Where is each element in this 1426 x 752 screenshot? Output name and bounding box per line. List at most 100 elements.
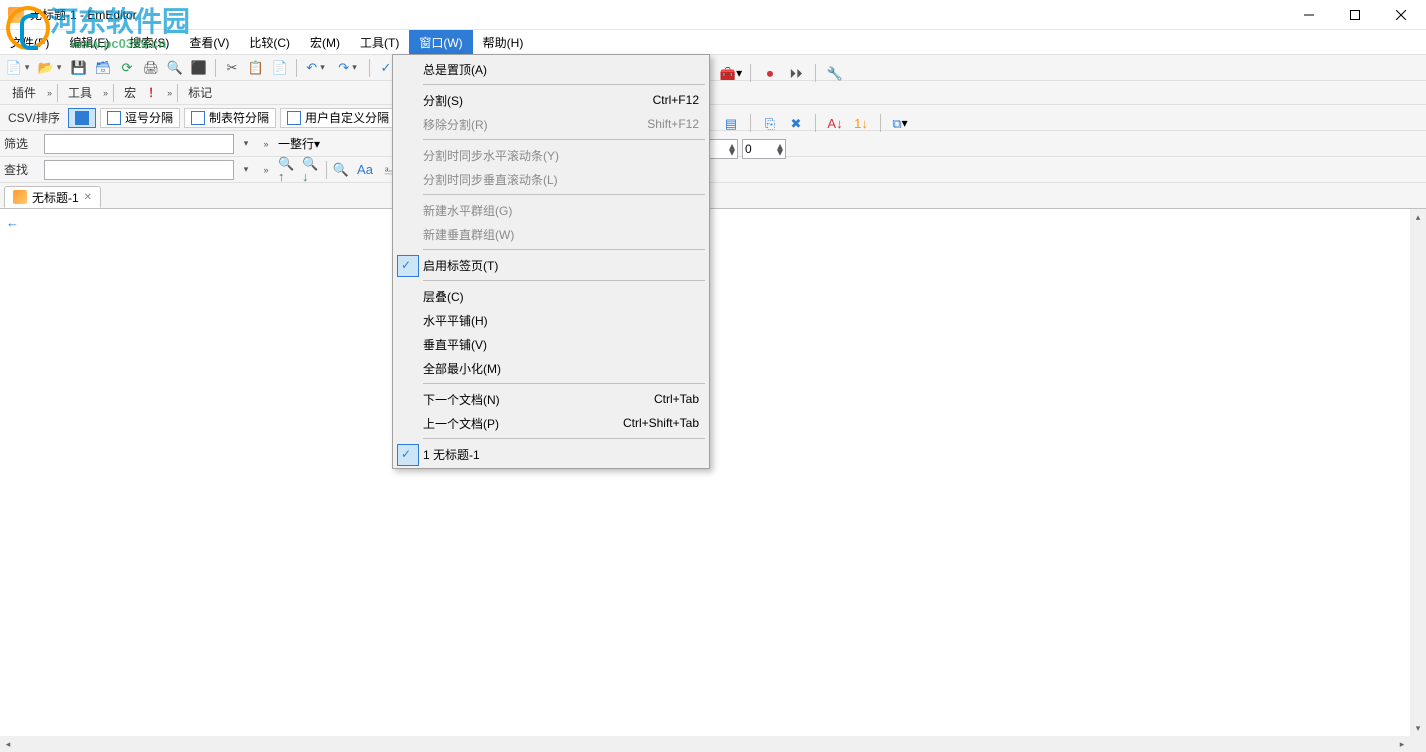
menu-compare[interactable]: 比较(C) bbox=[239, 30, 300, 54]
menu-separator bbox=[423, 280, 705, 281]
menu-separator bbox=[423, 438, 705, 439]
find-label: 查找 bbox=[4, 161, 40, 178]
sort-num-button[interactable]: 1↓ bbox=[850, 112, 872, 134]
scrollbar-corner bbox=[1410, 736, 1426, 752]
menu-item-label: 垂直平铺(V) bbox=[423, 336, 487, 353]
open-button[interactable]: 📂▾ bbox=[36, 57, 66, 79]
window-title: 无标题-1 - EmEditor bbox=[30, 6, 137, 23]
filter-history-button[interactable]: ▾ bbox=[238, 138, 254, 149]
menu-item[interactable]: 层叠(C) bbox=[395, 284, 707, 308]
check-icon: ✓ bbox=[401, 447, 411, 461]
redo-button[interactable]: ↷▾ bbox=[334, 57, 364, 79]
app-button[interactable]: ⬛ bbox=[188, 57, 210, 79]
menu-item[interactable]: ✓1 无标题-1 bbox=[395, 442, 707, 466]
play-macro-button[interactable]: ⏵⏵ bbox=[785, 62, 807, 84]
remove-dup-button[interactable]: ⧉▾ bbox=[889, 112, 911, 134]
save-button[interactable]: 💾 bbox=[68, 57, 90, 79]
document-tab-label: 无标题-1 bbox=[32, 189, 79, 206]
menu-item-label: 分割时同步水平滚动条(Y) bbox=[423, 147, 559, 164]
spell-check-button[interactable]: 🔧 bbox=[824, 62, 846, 84]
scroll-down-button[interactable]: ▾ bbox=[1410, 720, 1426, 736]
document-tabstrip: 无标题-1 ✕ bbox=[0, 182, 1426, 208]
menu-file[interactable]: 文件(F) bbox=[0, 30, 59, 54]
filter-scope-combo[interactable]: 一整行▾ bbox=[278, 135, 388, 152]
find-overflow-button[interactable]: » bbox=[258, 165, 274, 175]
undo-button[interactable]: ↶▾ bbox=[302, 57, 332, 79]
maximize-button[interactable] bbox=[1332, 0, 1378, 30]
filter-input[interactable] bbox=[44, 134, 234, 154]
scroll-up-button[interactable]: ▴ bbox=[1410, 209, 1426, 225]
check-icon: ✓ bbox=[401, 258, 411, 272]
menu-item-label: 全部最小化(M) bbox=[423, 360, 501, 377]
app-icon bbox=[8, 7, 24, 23]
menu-item: 分割时同步水平滚动条(Y) bbox=[395, 143, 707, 167]
panel-plugins[interactable]: 插件 bbox=[4, 83, 44, 103]
document-tab[interactable]: 无标题-1 ✕ bbox=[4, 186, 101, 208]
menu-window[interactable]: 窗口(W) bbox=[409, 30, 472, 54]
menu-item-label: 分割(S) bbox=[423, 92, 463, 109]
find-history-button[interactable]: ▾ bbox=[238, 164, 254, 175]
menu-item[interactable]: 下一个文档(N)Ctrl+Tab bbox=[395, 387, 707, 411]
menu-item[interactable]: 垂直平铺(V) bbox=[395, 332, 707, 356]
menu-item[interactable]: ✓ 启用标签页(T) bbox=[395, 253, 707, 277]
filter-overflow-button[interactable]: » bbox=[258, 139, 274, 149]
col-edit-button[interactable]: ▤ bbox=[720, 112, 742, 134]
find-in-files-button[interactable]: 🔍 bbox=[331, 160, 351, 180]
csv-mode-user[interactable]: 用户自定义分隔 bbox=[280, 108, 396, 128]
document-tab-close[interactable]: ✕ bbox=[84, 192, 92, 203]
menu-separator bbox=[423, 139, 705, 140]
scroll-right-button[interactable]: ▸ bbox=[1394, 736, 1410, 752]
print-preview-button[interactable]: 🔍 bbox=[164, 57, 186, 79]
record-macro-button[interactable]: ⏺ bbox=[759, 62, 781, 84]
menu-item-label: 启用标签页(T) bbox=[423, 257, 498, 274]
col-delete-button[interactable]: ✖ bbox=[785, 112, 807, 134]
panel-marks[interactable]: 标记 bbox=[180, 83, 220, 103]
save-all-button[interactable]: 🗃 bbox=[92, 57, 114, 79]
menu-search[interactable]: 搜索(S) bbox=[119, 30, 179, 54]
menu-item[interactable]: 全部最小化(M) bbox=[395, 356, 707, 380]
menubar: 文件(F) 编辑(E) 搜索(S) 查看(V) 比较(C) 宏(M) 工具(T)… bbox=[0, 30, 1426, 54]
find-prev-button[interactable]: 🔍↑ bbox=[278, 160, 298, 180]
menu-macro[interactable]: 宏(M) bbox=[300, 30, 350, 54]
paste-button[interactable]: 📄 bbox=[269, 57, 291, 79]
match-case-button[interactable]: Aa bbox=[355, 160, 375, 180]
editor-area[interactable]: ← ▴ ▾ ◂ ▸ bbox=[0, 208, 1426, 752]
csv-mode-comma[interactable]: 逗号分隔 bbox=[100, 108, 180, 128]
vertical-scrollbar[interactable] bbox=[1410, 209, 1426, 736]
horizontal-scrollbar[interactable] bbox=[0, 736, 1410, 752]
find-next-button[interactable]: 🔍↓ bbox=[302, 160, 322, 180]
csv-mode-tab[interactable]: 制表符分隔 bbox=[184, 108, 276, 128]
col-insert-button[interactable]: ⎘ bbox=[759, 112, 781, 134]
menu-item[interactable]: 水平平铺(H) bbox=[395, 308, 707, 332]
macro-warning-icon: ！ bbox=[144, 84, 164, 101]
new-button[interactable]: 📄▾ bbox=[4, 57, 34, 79]
menu-help[interactable]: 帮助(H) bbox=[473, 30, 534, 54]
copy-button[interactable]: 📋 bbox=[245, 57, 267, 79]
cut-button[interactable]: ✂ bbox=[221, 57, 243, 79]
print-button[interactable]: 🖨 bbox=[140, 57, 162, 79]
window-menu-dropdown: 总是置顶(A) 分割(S) Ctrl+F12 移除分割(R)Shift+F12 分割时同… bbox=[392, 54, 710, 469]
menu-item[interactable]: 总是置顶(A) bbox=[395, 57, 707, 81]
sort-az-button[interactable]: A↓ bbox=[824, 112, 846, 134]
menu-item[interactable]: 分割(S) Ctrl+F12 bbox=[395, 88, 707, 112]
menu-item-label: 移除分割(R) bbox=[423, 116, 488, 133]
menu-item[interactable]: 上一个文档(P)Ctrl+Shift+Tab bbox=[395, 411, 707, 435]
panel-tools[interactable]: 工具 bbox=[60, 83, 100, 103]
minimize-button[interactable] bbox=[1286, 0, 1332, 30]
reload-button[interactable]: ⟳ bbox=[116, 57, 138, 79]
menu-item-shortcut: Ctrl+F12 bbox=[653, 93, 699, 107]
panel-macro[interactable]: 宏 bbox=[116, 83, 144, 103]
filter-spin-2[interactable]: 0▴▾ bbox=[742, 139, 786, 159]
csv-mode-normal[interactable] bbox=[68, 108, 96, 128]
config-button[interactable]: 🧰▾ bbox=[720, 62, 742, 84]
menu-item: 新建水平群组(G) bbox=[395, 198, 707, 222]
find-input[interactable] bbox=[44, 160, 234, 180]
menu-edit[interactable]: 编辑(E) bbox=[59, 30, 119, 54]
close-button[interactable] bbox=[1378, 0, 1424, 30]
menu-item-label: 新建水平群组(G) bbox=[423, 202, 512, 219]
menu-tools[interactable]: 工具(T) bbox=[350, 30, 409, 54]
menu-view[interactable]: 查看(V) bbox=[179, 30, 239, 54]
scroll-left-button[interactable]: ◂ bbox=[0, 736, 16, 752]
menu-item: 移除分割(R)Shift+F12 bbox=[395, 112, 707, 136]
filter-label: 筛选 bbox=[4, 135, 40, 152]
